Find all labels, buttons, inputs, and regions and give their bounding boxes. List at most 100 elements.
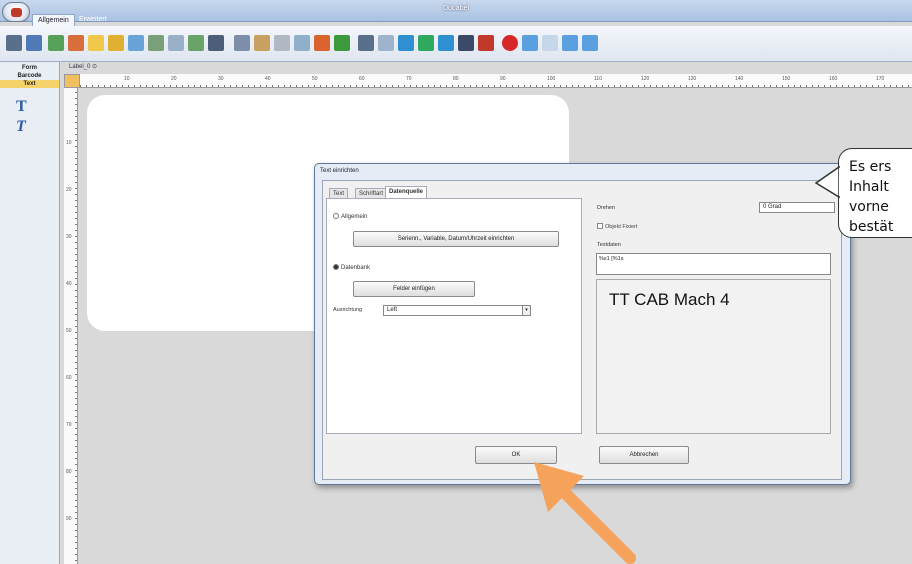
ruler-h-number: 90 <box>500 76 506 82</box>
ruler-h-number: 50 <box>312 76 318 82</box>
pointer-icon[interactable] <box>458 35 474 51</box>
ruler-h-number: 30 <box>218 76 224 82</box>
ruler-h-number: 170 <box>876 76 885 82</box>
panel-item-barcode[interactable]: Barcode <box>0 72 59 80</box>
serial-settings-button[interactable]: Serienn., Variable, Datum/Uhrzeit einric… <box>353 231 559 247</box>
preview-box: TT CAB Mach 4 <box>596 279 831 434</box>
cut-icon[interactable] <box>274 35 290 51</box>
form-tool-icon[interactable] <box>6 35 22 51</box>
ruler-h-number: 150 <box>782 76 791 82</box>
callout-line: vorne <box>849 199 889 215</box>
fixed-checkbox-box <box>597 223 603 229</box>
undo-icon[interactable] <box>314 35 330 51</box>
ruler-h-number: 20 <box>171 76 177 82</box>
object-icon[interactable] <box>378 35 394 51</box>
ruler-h-number: 40 <box>265 76 271 82</box>
redo-icon[interactable] <box>334 35 350 51</box>
ruler-v-number: 50 <box>66 328 72 334</box>
textdata-input[interactable]: %s1 [%1s <box>596 253 831 275</box>
ruler-v-number: 20 <box>66 187 72 193</box>
callout-line: Es ers <box>849 159 892 175</box>
ruler-h-number: 130 <box>688 76 697 82</box>
folder-icon[interactable] <box>88 35 104 51</box>
radio-database-dot <box>333 264 339 270</box>
tab-allgemein[interactable]: Allgemein <box>32 14 75 26</box>
ruler-v-number: 70 <box>66 422 72 428</box>
fixed-checkbox-label: Objekt Fixiert <box>605 224 638 230</box>
radio-database-label: Datenbank <box>341 265 371 271</box>
object-panel: Form Barcode Text T T <box>0 62 60 564</box>
barcode-tool-icon[interactable] <box>26 35 42 51</box>
ruler-h-number: 100 <box>547 76 556 82</box>
tab-erweitert[interactable]: Erweitert <box>74 14 112 26</box>
ruler-h-number: 70 <box>406 76 412 82</box>
text-tool-icon[interactable]: T <box>16 98 27 116</box>
align-right-icon[interactable] <box>438 35 454 51</box>
delete-icon[interactable] <box>478 35 494 51</box>
align-left-icon[interactable] <box>398 35 414 51</box>
ruler-v-number: 90 <box>66 516 72 522</box>
ruler-corner <box>64 74 80 88</box>
rotate-value: 0 Grad <box>763 204 782 210</box>
print-settings-icon[interactable] <box>68 35 84 51</box>
rotate-label: Drehen <box>597 205 616 211</box>
callout-tail-icon <box>814 165 844 199</box>
vertical-ruler <box>64 74 78 564</box>
ruler-v-number: 80 <box>66 469 72 475</box>
window-icon[interactable] <box>208 35 224 51</box>
insert-field-button[interactable]: Felder einfügen <box>353 281 475 297</box>
magnifier-icon[interactable] <box>128 35 144 51</box>
preview-text: TT CAB Mach 4 <box>609 290 730 309</box>
stop-icon[interactable] <box>502 35 518 51</box>
previous-page-icon[interactable] <box>542 35 558 51</box>
align-center-icon[interactable] <box>418 35 434 51</box>
tab-text-label: Text <box>333 191 345 197</box>
callout-text: Es ers Inhalt vorne bestät <box>849 157 912 237</box>
fixed-checkbox[interactable]: Objekt Fixiert <box>597 223 637 230</box>
panel-item-text[interactable]: Text <box>0 80 59 88</box>
tab-font[interactable]: Schriftart <box>355 188 388 198</box>
paste-icon[interactable] <box>254 35 270 51</box>
ruler-h-number: 60 <box>359 76 365 82</box>
first-page-icon[interactable] <box>522 35 538 51</box>
ruler-v-number: 60 <box>66 375 72 381</box>
tag-icon[interactable] <box>108 35 124 51</box>
ruler-h-number: 110 <box>594 76 602 82</box>
tab-text[interactable]: Text <box>329 188 349 198</box>
print-icon[interactable] <box>48 35 64 51</box>
panel-item-form[interactable]: Form <box>0 64 59 72</box>
dialog-title: Text einrichten <box>320 168 359 174</box>
ruler-h-number: 160 <box>829 76 838 82</box>
rotate-select[interactable]: 0 Grad <box>759 202 835 213</box>
ruler-v-number: 40 <box>66 281 72 287</box>
textdata-label: Textdaten <box>597 242 621 248</box>
ruler-v-number: 30 <box>66 234 72 240</box>
tab-datasource-label: Datenquelle <box>389 189 424 195</box>
callout-line: Inhalt <box>849 179 889 195</box>
table-icon[interactable] <box>168 35 184 51</box>
text-settings-dialog: Text einrichten Text Schriftart Datenque… <box>314 163 851 485</box>
last-page-icon[interactable] <box>582 35 598 51</box>
grid-icon[interactable] <box>234 35 250 51</box>
tab-font-label: Schriftart <box>359 191 384 197</box>
frame-icon[interactable] <box>358 35 374 51</box>
pointer-arrow-icon <box>534 462 636 564</box>
application-menu-button[interactable] <box>2 2 30 22</box>
rich-text-tool-icon[interactable]: T <box>16 118 26 136</box>
next-page-icon[interactable] <box>562 35 578 51</box>
datasource-page: Allgemein Serienn., Variable, Datum/Uhrz… <box>326 198 582 434</box>
radio-general[interactable]: Allgemein <box>333 213 367 220</box>
ruler-h-number: 140 <box>735 76 744 82</box>
layout-icon[interactable] <box>148 35 164 51</box>
database-icon[interactable] <box>188 35 204 51</box>
copy-icon[interactable] <box>294 35 310 51</box>
document-tab[interactable]: Label_0 ⊙ <box>64 62 104 73</box>
radio-general-dot <box>333 213 339 219</box>
ruler-h-number: 120 <box>641 76 650 82</box>
alignment-select[interactable]: Left ▾ <box>383 305 531 316</box>
radio-general-label: Allgemein <box>341 214 368 220</box>
ruler-h-number: 10 <box>124 76 130 82</box>
tab-datasource[interactable]: Datenquelle <box>385 186 428 198</box>
radio-database[interactable]: Datenbank <box>333 264 370 271</box>
ruler-v-number: 10 <box>66 140 72 146</box>
